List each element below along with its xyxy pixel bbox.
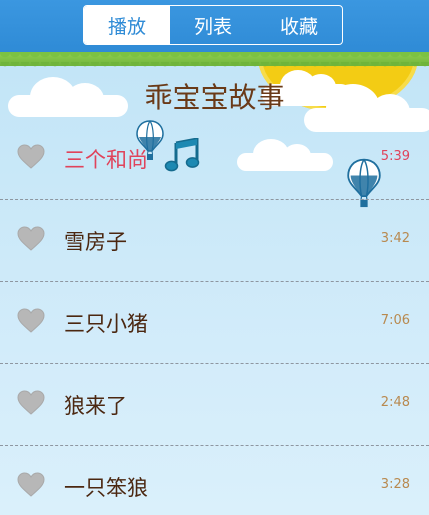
story-name: 雪房子 <box>64 230 127 254</box>
story-list: 三个和尚 5:39 雪房子 3:42 三只小猪 7:06 狼来了 2:48 一只… <box>0 118 429 515</box>
story-item[interactable]: 三个和尚 5:39 <box>0 118 429 200</box>
story-duration: 3:42 <box>380 231 410 246</box>
favorite-heart-icon[interactable] <box>17 308 45 334</box>
story-duration: 5:39 <box>380 149 410 164</box>
story-item[interactable]: 雪房子 3:42 <box>0 200 429 282</box>
tab-favorites[interactable]: 收藏 <box>256 6 342 44</box>
top-bar: 播放 列表 收藏 <box>0 0 429 52</box>
story-duration: 7:06 <box>380 313 410 328</box>
page-title: 乖宝宝故事 <box>144 81 285 114</box>
story-item[interactable]: 三只小猪 7:06 <box>0 282 429 364</box>
favorite-heart-icon[interactable] <box>17 226 45 252</box>
story-name: 三只小猪 <box>64 312 148 336</box>
story-name: 一只笨狼 <box>64 476 148 500</box>
app-screen: 播放 列表 收藏 乖宝宝故事 三个和尚 5:39 雪房子 3:42 三只小猪 7… <box>0 0 429 515</box>
music-note-icon <box>164 138 200 172</box>
story-item[interactable]: 狼来了 2:48 <box>0 364 429 446</box>
favorite-heart-icon[interactable] <box>17 144 45 170</box>
story-duration: 2:48 <box>380 395 410 410</box>
tab-switcher: 播放 列表 收藏 <box>83 5 343 45</box>
story-name: 狼来了 <box>64 394 127 418</box>
story-item[interactable]: 一只笨狼 3:28 <box>0 446 429 515</box>
story-name: 三个和尚 <box>64 148 148 172</box>
tab-play[interactable]: 播放 <box>84 6 170 44</box>
grass-border-edge <box>0 62 429 68</box>
story-duration: 3:28 <box>380 477 410 492</box>
favorite-heart-icon[interactable] <box>17 390 45 416</box>
favorite-heart-icon[interactable] <box>17 472 45 498</box>
tab-list[interactable]: 列表 <box>170 6 256 44</box>
